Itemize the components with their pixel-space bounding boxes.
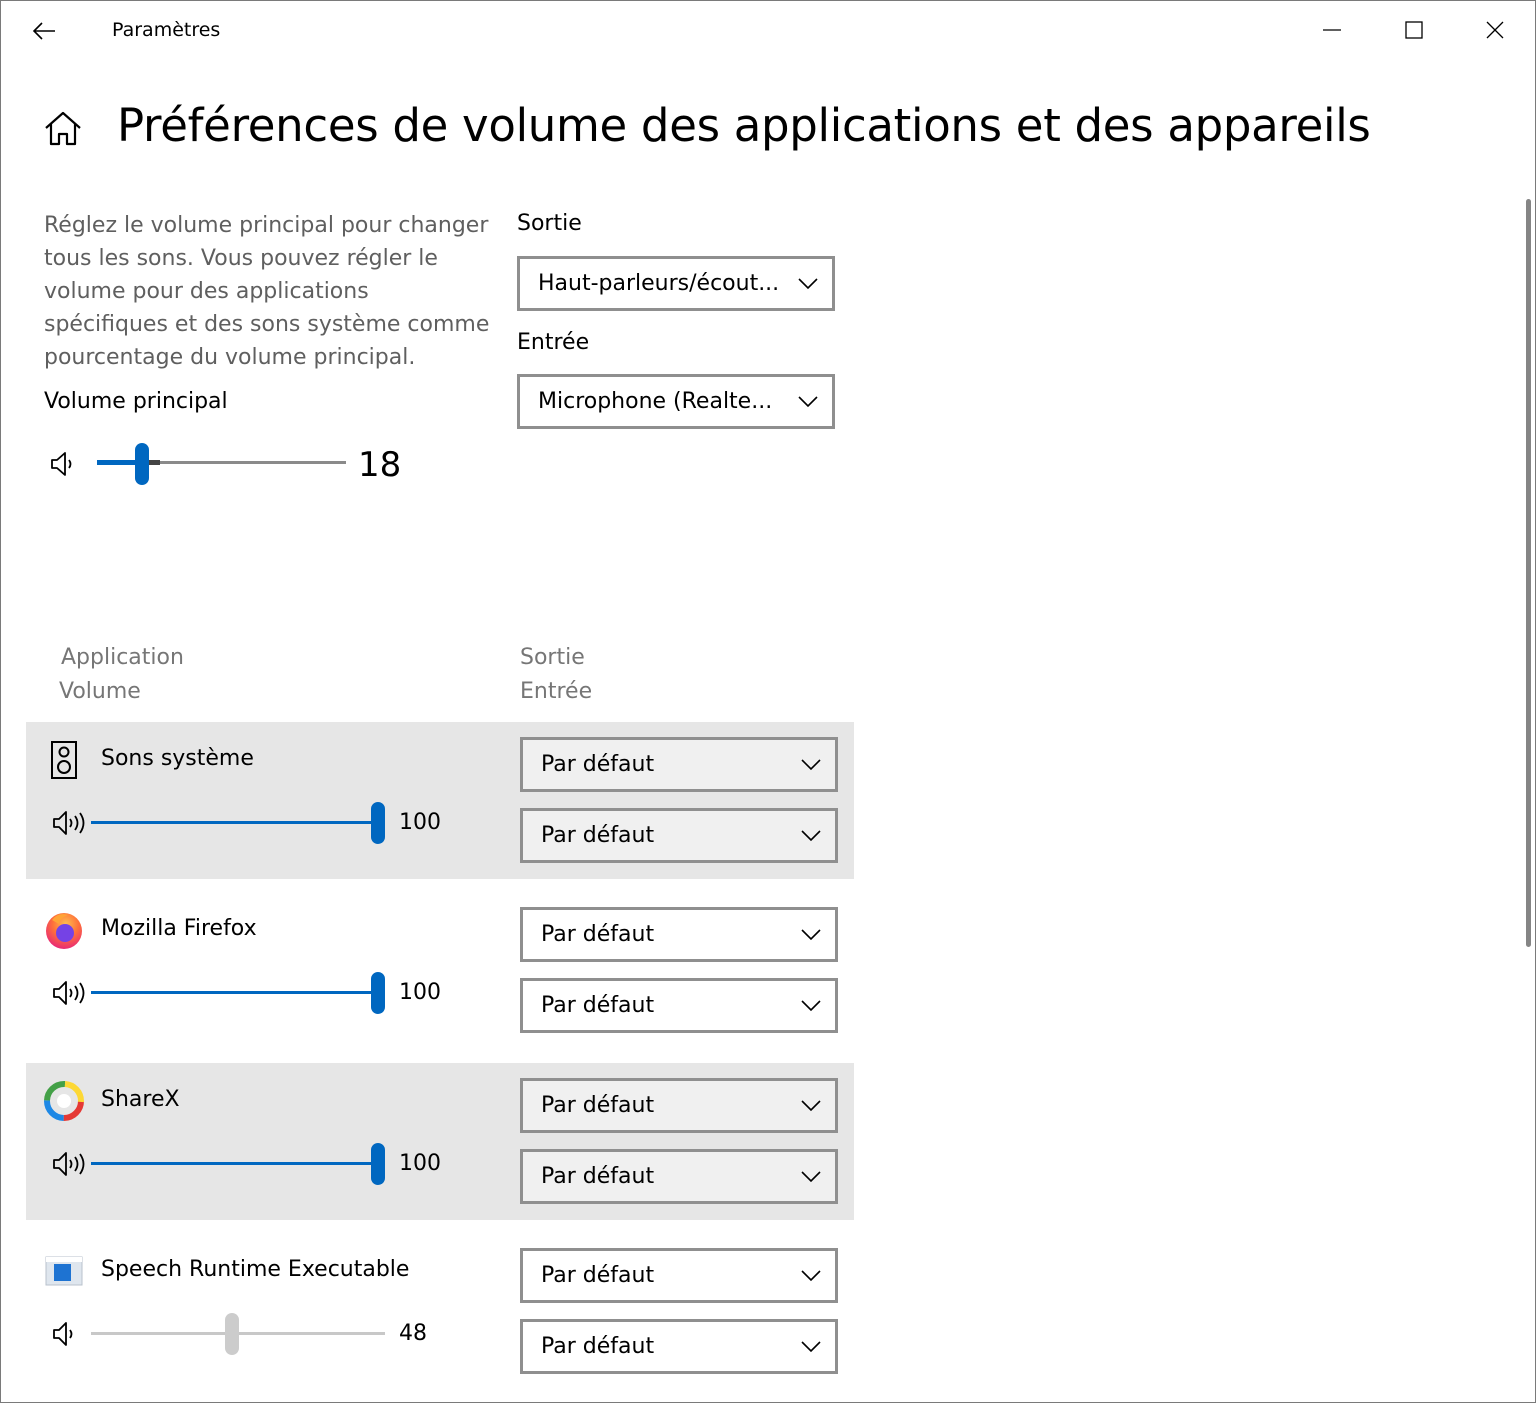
window-app-icon bbox=[45, 1256, 83, 1286]
sharex-icon bbox=[44, 1081, 84, 1121]
app-volume-slider-thumb[interactable] bbox=[371, 1143, 385, 1185]
master-volume-slider-thumb[interactable] bbox=[134, 443, 149, 485]
chevron-down-icon bbox=[801, 1171, 821, 1183]
maximize-icon bbox=[1405, 21, 1423, 39]
back-button[interactable] bbox=[21, 9, 67, 53]
firefox-icon bbox=[46, 913, 82, 949]
app-volume-value: 100 bbox=[399, 810, 441, 835]
column-header-output: Sortie bbox=[520, 645, 585, 670]
app-row-speech-runtime: Speech Runtime Executable 48 Par défaut … bbox=[26, 1233, 854, 1390]
master-volume-control: 18 bbox=[44, 441, 424, 489]
app-volume-track[interactable] bbox=[91, 1162, 378, 1165]
app-volume-track[interactable] bbox=[91, 991, 378, 994]
app-name: Mozilla Firefox bbox=[101, 916, 257, 941]
title-bar: Paramètres bbox=[1, 1, 1535, 61]
app-volume-track[interactable] bbox=[91, 821, 378, 824]
app-input-value: Par défaut bbox=[541, 1334, 655, 1359]
app-input-value: Par défaut bbox=[541, 1164, 655, 1189]
column-header-application: Application bbox=[61, 645, 184, 670]
vertical-scrollbar[interactable] bbox=[1526, 199, 1531, 947]
chevron-down-icon bbox=[801, 759, 821, 771]
home-button[interactable] bbox=[41, 107, 85, 151]
app-input-dropdown[interactable]: Par défaut bbox=[520, 1319, 838, 1374]
close-icon bbox=[1486, 21, 1504, 39]
settings-window: Paramètres Préférences de volume des app… bbox=[0, 0, 1536, 1403]
app-volume-value: 100 bbox=[399, 1151, 441, 1176]
chevron-down-icon bbox=[798, 278, 818, 290]
app-row-mozilla-firefox: Mozilla Firefox 100 Par défaut Par défau… bbox=[26, 892, 854, 1049]
output-device-dropdown[interactable]: Haut-parleurs/écout... bbox=[517, 256, 835, 311]
app-volume-slider-thumb[interactable] bbox=[225, 1313, 240, 1355]
maximize-button[interactable] bbox=[1373, 1, 1455, 59]
chevron-down-icon bbox=[801, 1100, 821, 1112]
master-volume-label: Volume principal bbox=[44, 389, 228, 414]
minimize-button[interactable] bbox=[1291, 1, 1373, 59]
app-input-dropdown[interactable]: Par défaut bbox=[520, 1149, 838, 1204]
app-input-value: Par défaut bbox=[541, 993, 655, 1018]
chevron-down-icon bbox=[801, 830, 821, 842]
close-button[interactable] bbox=[1454, 1, 1535, 59]
output-device-label: Sortie bbox=[517, 211, 582, 236]
home-icon bbox=[45, 111, 81, 146]
app-input-value: Par défaut bbox=[541, 823, 655, 848]
output-device-value: Haut-parleurs/écout... bbox=[538, 271, 780, 296]
app-output-value: Par défaut bbox=[541, 1263, 655, 1288]
chevron-down-icon bbox=[801, 929, 821, 941]
page-title: Préférences de volume des applications e… bbox=[117, 99, 1371, 152]
app-volume-slider-thumb[interactable] bbox=[371, 802, 385, 844]
speaker-box-icon bbox=[51, 741, 77, 779]
speaker-low-icon[interactable] bbox=[51, 1319, 87, 1349]
app-volume-slider-thumb[interactable] bbox=[371, 972, 385, 1014]
app-output-dropdown[interactable]: Par défaut bbox=[520, 737, 838, 792]
column-header-volume: Volume bbox=[59, 679, 141, 704]
app-output-dropdown[interactable]: Par défaut bbox=[520, 1078, 838, 1133]
app-name: Sons système bbox=[101, 746, 254, 771]
app-output-value: Par défaut bbox=[541, 1093, 655, 1118]
input-device-label: Entrée bbox=[517, 330, 590, 355]
speaker-high-icon[interactable] bbox=[51, 978, 87, 1008]
app-output-dropdown[interactable]: Par défaut bbox=[520, 907, 838, 962]
app-output-dropdown[interactable]: Par défaut bbox=[520, 1248, 838, 1303]
window-title: Paramètres bbox=[112, 19, 221, 41]
app-input-dropdown[interactable]: Par défaut bbox=[520, 978, 838, 1033]
app-output-value: Par défaut bbox=[541, 922, 655, 947]
app-name: ShareX bbox=[101, 1087, 180, 1112]
input-device-value: Microphone (Realte... bbox=[538, 389, 773, 414]
back-arrow-icon bbox=[32, 22, 55, 40]
speaker-low-icon[interactable] bbox=[48, 449, 78, 479]
chevron-down-icon bbox=[798, 396, 818, 408]
app-output-value: Par défaut bbox=[541, 752, 655, 777]
app-name: Speech Runtime Executable bbox=[101, 1257, 410, 1282]
app-volume-value: 100 bbox=[399, 980, 441, 1005]
chevron-down-icon bbox=[801, 1000, 821, 1012]
app-row-sharex: ShareX 100 Par défaut Par défaut bbox=[26, 1063, 854, 1220]
chevron-down-icon bbox=[801, 1341, 821, 1353]
master-volume-value: 18 bbox=[358, 445, 402, 485]
chevron-down-icon bbox=[801, 1270, 821, 1282]
input-device-dropdown[interactable]: Microphone (Realte... bbox=[517, 374, 835, 429]
app-row-sons-systeme: Sons système 100 Par défaut Par défaut bbox=[26, 722, 854, 879]
app-volume-value: 48 bbox=[399, 1321, 427, 1346]
description-text: Réglez le volume principal pour changer … bbox=[44, 213, 490, 370]
speaker-high-icon[interactable] bbox=[51, 808, 87, 838]
minimize-icon bbox=[1323, 29, 1341, 31]
column-header-input: Entrée bbox=[520, 679, 593, 704]
app-input-dropdown[interactable]: Par défaut bbox=[520, 808, 838, 863]
speaker-high-icon[interactable] bbox=[51, 1149, 87, 1179]
